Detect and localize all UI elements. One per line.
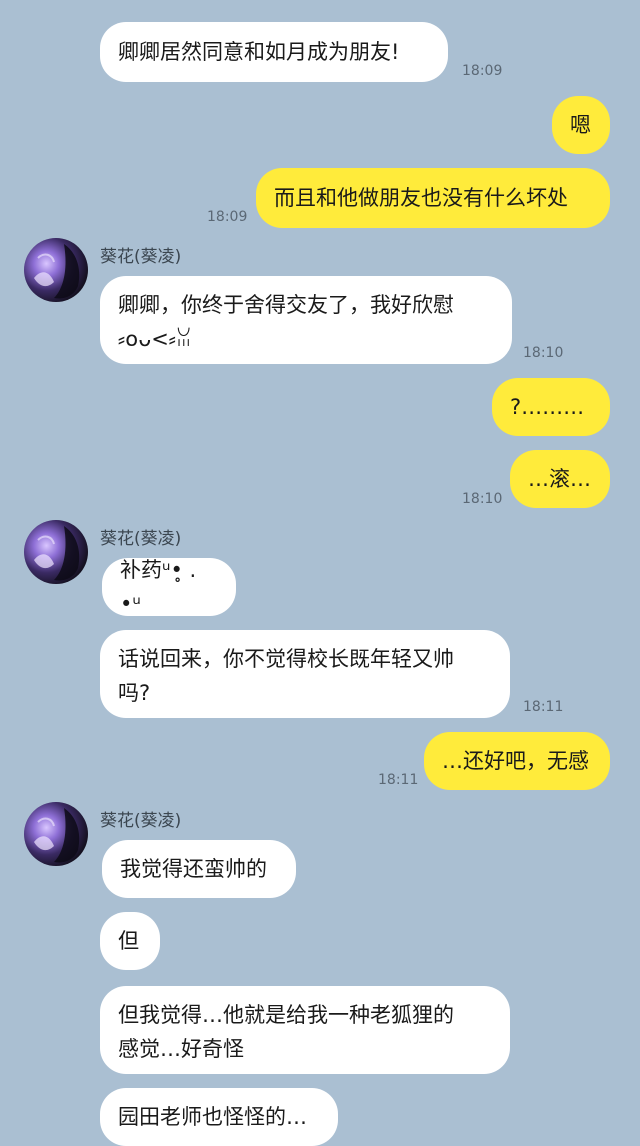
contact-name: 葵花(葵凌)	[100, 529, 182, 549]
message-timestamp: 18:10	[523, 345, 564, 361]
message-bubble-outgoing[interactable]: …还好吧，无感	[424, 732, 610, 790]
message-timestamp: 18:10	[462, 491, 503, 507]
contact-name: 葵花(葵凌)	[100, 811, 182, 831]
message-timestamp: 18:11	[523, 699, 564, 715]
contact-avatar[interactable]	[24, 520, 88, 584]
contact-avatar[interactable]	[24, 238, 88, 302]
message-bubble-incoming[interactable]: 但我觉得…他就是给我一种老狐狸的 感觉…好奇怪	[100, 986, 510, 1074]
contact-avatar[interactable]	[24, 802, 88, 866]
chat-view: 卿卿居然同意和如月成为朋友! 18:09 嗯 而且和他做朋友也没有什么坏处 18…	[0, 0, 640, 1146]
message-timestamp: 18:09	[462, 63, 503, 79]
message-bubble-outgoing[interactable]: 嗯	[552, 96, 610, 154]
message-bubble-incoming[interactable]: 话说回来，你不觉得校长既年轻又帅 吗?	[100, 630, 510, 718]
message-bubble-incoming[interactable]: 卿卿，你终于舍得交友了，我好欣慰 ⸗໐ᴗ<⸗ꈍ	[100, 276, 512, 364]
message-bubble-incoming[interactable]: 卿卿居然同意和如月成为朋友!	[100, 22, 448, 82]
message-timestamp: 18:11	[378, 772, 419, 788]
message-bubble-incoming[interactable]: 但	[100, 912, 160, 970]
message-bubble-outgoing[interactable]: 而且和他做朋友也没有什么坏处	[256, 168, 610, 228]
message-timestamp: 18:09	[207, 209, 248, 225]
message-bubble-incoming[interactable]: 园田老师也怪怪的…	[100, 1088, 338, 1146]
message-bubble-outgoing[interactable]: ?………	[492, 378, 610, 436]
contact-name: 葵花(葵凌)	[100, 247, 182, 267]
message-bubble-incoming[interactable]: 补药ᵘ•̥ . •ᵘ	[102, 558, 236, 616]
message-bubble-outgoing[interactable]: …滚…	[510, 450, 610, 508]
message-bubble-incoming[interactable]: 我觉得还蛮帅的	[102, 840, 296, 898]
